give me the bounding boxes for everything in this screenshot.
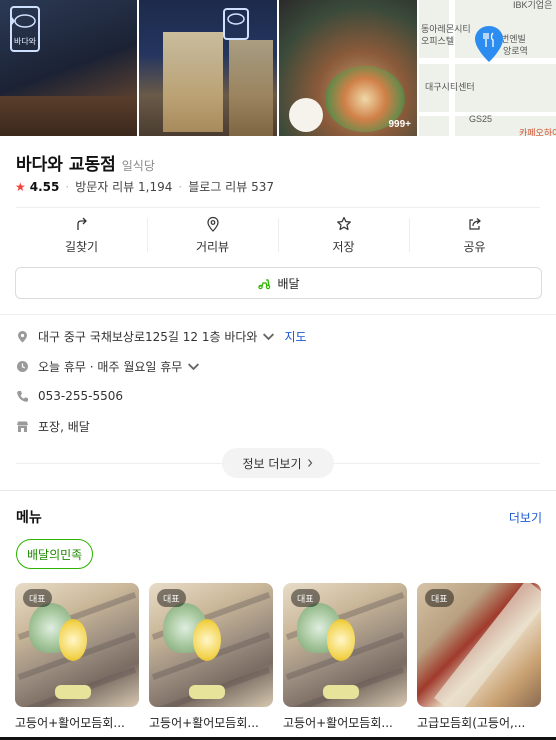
menu-more-link[interactable]: 더보기 <box>509 509 542 526</box>
delivery-button[interactable]: 배달 <box>15 267 542 299</box>
map-label: GS25 <box>469 114 493 124</box>
menu-name: 고등어+활어모듬회... <box>283 716 393 730</box>
rating-value: 4.55 <box>29 179 60 194</box>
divider <box>16 207 540 208</box>
blog-review-label: 블로그 리뷰 <box>188 180 248 194</box>
mini-map[interactable]: IBK기업은 동아레몬시티 오피스텔 번엔빌 앙로역 대구시티센터 GS25 카… <box>419 0 556 136</box>
map-label: 앙로역 <box>503 46 528 56</box>
action-label: 길찾기 <box>64 239 99 254</box>
blog-review-link[interactable]: 블로그 리뷰 537 <box>188 178 274 195</box>
menu-heading: 메뉴 <box>16 510 42 526</box>
action-bar: 길찾기 거리뷰 저장 공유 <box>16 210 540 260</box>
share-button[interactable]: 공유 <box>409 210 540 260</box>
menu-list: 대표 고등어+활어모듬회... 원 대표 고등어+활어모듬회... 원 대표 고… <box>15 583 541 740</box>
chevron-down-icon[interactable] <box>187 360 200 373</box>
representative-badge: 대표 <box>291 589 320 607</box>
menu-card[interactable]: 대표 고등어+활어모듬회... 원 <box>283 583 407 740</box>
separator-dot: · <box>65 179 70 194</box>
store-icon <box>17 421 28 432</box>
share-icon <box>468 217 481 230</box>
phone-text[interactable]: 053-255-5506 <box>38 389 123 403</box>
map-label: 대구시티센터 <box>425 82 475 92</box>
chevron-down-icon[interactable] <box>262 330 275 343</box>
services-row: 포장, 배달 <box>16 418 90 435</box>
map-pin-icon <box>475 26 503 62</box>
action-label: 저장 <box>332 239 355 254</box>
map-label: 카페오하야 <box>519 128 556 136</box>
map-label: IBK기업은 <box>513 0 553 10</box>
address-row[interactable]: 대구 중구 국채보상로125길 12 1층 바다와 지도 <box>16 328 307 345</box>
action-label: 공유 <box>463 239 486 254</box>
visitor-review-count: 1,194 <box>138 180 173 194</box>
menu-photo[interactable]: 대표 <box>283 583 407 707</box>
hours-text: 오늘 휴무 · 매주 월요일 휴무 <box>38 360 183 374</box>
photo-storefront[interactable] <box>139 0 277 136</box>
menu-name: 고등어+활어모듬회... <box>149 716 259 730</box>
representative-badge: 대표 <box>425 589 454 607</box>
phone-row[interactable]: 053-255-5506 <box>16 389 123 403</box>
save-button[interactable]: 저장 <box>278 210 409 260</box>
divider <box>0 314 556 315</box>
info-more-button[interactable]: 정보 더보기 <box>222 448 334 478</box>
restaurant-sign <box>223 8 249 40</box>
photo-count-badge: 999+ <box>388 119 411 130</box>
location-pin-icon <box>206 216 219 232</box>
location-pin-icon <box>18 331 27 343</box>
info-more-label: 정보 더보기 <box>242 456 302 471</box>
visitor-review-link[interactable]: 방문자 리뷰 1,194 <box>75 178 172 195</box>
photo-interior[interactable]: 바다와 <box>0 0 137 136</box>
menu-photo[interactable]: 대표 <box>417 583 541 707</box>
menu-name: 고급모듬회(고등어,... <box>417 716 526 730</box>
chevron-right-icon <box>307 459 312 467</box>
hours-row[interactable]: 오늘 휴무 · 매주 월요일 휴무 <box>16 358 200 375</box>
menu-card[interactable]: 대표 고등어+활어모듬회... 원 <box>149 583 273 740</box>
restaurant-sign: 바다와 <box>10 6 40 52</box>
address-text: 대구 중구 국채보상로125길 12 1층 바다와 <box>38 330 258 344</box>
fish-logo-icon <box>12 14 36 28</box>
menu-name: 고등어+활어모듬회... <box>15 716 125 730</box>
map-label: 오피스텔 <box>421 36 455 46</box>
menu-source-chip[interactable]: 배달의민족 <box>16 539 94 569</box>
place-name: 바다와 교동점 <box>16 155 116 175</box>
star-icon <box>336 216 351 230</box>
directions-icon <box>76 217 87 230</box>
directions-button[interactable]: 길찾기 <box>16 210 147 260</box>
rating-row: ★ 4.55 · 방문자 리뷰 1,194 · 블로그 리뷰 537 <box>15 178 274 195</box>
phone-icon <box>17 390 28 402</box>
representative-badge: 대표 <box>157 589 186 607</box>
scooter-icon <box>258 279 271 290</box>
menu-photo[interactable]: 대표 <box>149 583 273 707</box>
delivery-label: 배달 <box>277 276 300 291</box>
photo-food[interactable]: 999+ <box>279 0 417 136</box>
place-header: 바다와 교동점 일식당 <box>16 150 155 175</box>
section-divider <box>0 490 556 491</box>
representative-badge: 대표 <box>23 589 52 607</box>
menu-card[interactable]: 대표 고급모듬회(고등어,... 원 <box>417 583 541 740</box>
action-label: 거리뷰 <box>195 239 230 254</box>
street-view-button[interactable]: 거리뷰 <box>147 210 278 260</box>
visitor-review-label: 방문자 리뷰 <box>75 180 135 194</box>
sign-text: 바다와 <box>13 37 37 46</box>
clock-icon <box>17 361 28 372</box>
services-text: 포장, 배달 <box>38 420 90 434</box>
photo-strip[interactable]: 바다와 999+ IBK기업은 동아레몬시티 오피스텔 번엔빌 앙로역 대구시티… <box>0 0 556 136</box>
separator-dot: · <box>178 179 183 194</box>
map-link[interactable]: 지도 <box>284 328 306 345</box>
place-category: 일식당 <box>121 159 155 173</box>
menu-photo[interactable]: 대표 <box>15 583 139 707</box>
blog-review-count: 537 <box>251 180 274 194</box>
star-icon: ★ <box>15 179 26 194</box>
menu-card[interactable]: 대표 고등어+활어모듬회... 원 <box>15 583 139 740</box>
fish-logo-icon <box>227 13 245 25</box>
